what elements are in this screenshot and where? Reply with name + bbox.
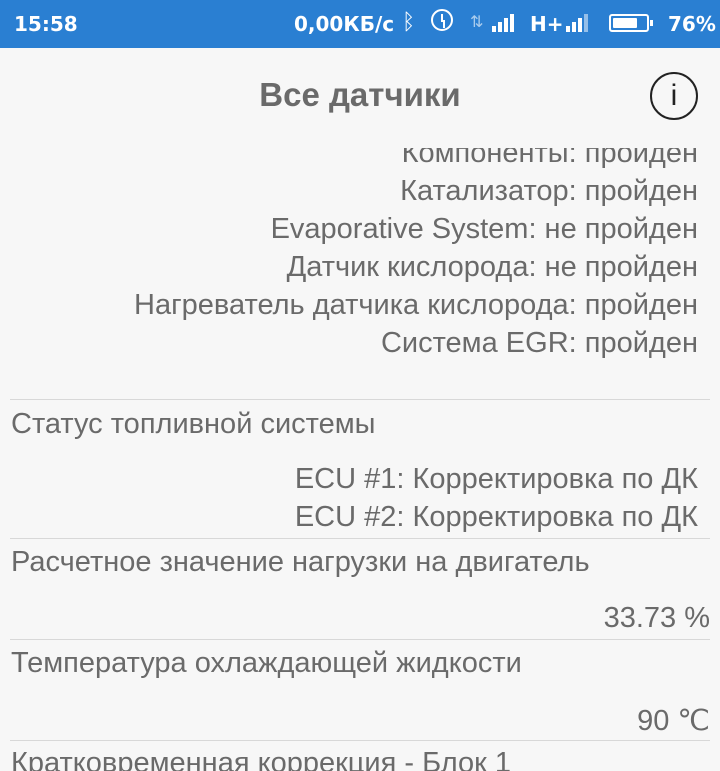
fuel-system-line: ECU #2: Корректировка по ДК (294, 501, 698, 533)
monitor-item: Система EGR: пройден (380, 327, 698, 359)
network-type: H+ (530, 12, 564, 36)
alarm-clock-icon (431, 9, 453, 31)
monitor-item: Evaporative System: не пройден (270, 213, 698, 245)
param-value-engine-load: 33.73 % (603, 602, 710, 634)
battery-icon (609, 14, 653, 32)
sensor-list[interactable]: Компоненты: пройден Катализатор: пройден… (0, 148, 720, 771)
status-time: 15:58 (14, 12, 78, 36)
monitor-status-list: Компоненты: пройден Катализатор: пройден… (134, 148, 698, 362)
page-title: Все датчики (259, 76, 461, 113)
battery-percent: 76% (668, 12, 716, 36)
monitor-item: Нагреватель датчика кислорода: пройден (134, 289, 698, 321)
signal-strength-icon (492, 14, 514, 32)
param-name-fuel-system: Статус топливной системы (11, 408, 376, 440)
signal-strength-2-icon (566, 14, 588, 32)
param-name-short-term-trim: Кратковременная коррекция - Блок 1 (11, 747, 512, 771)
param-value-coolant-temp: 90 ℃ (637, 705, 710, 737)
monitor-item: Датчик кислорода: не пройден (286, 251, 698, 283)
status-bar: 15:58 0,00КБ/с ᛒ ⇅ H+ 76% (0, 0, 720, 48)
param-value-fuel-system: ECU #1: Корректировка по ДК ECU #2: Корр… (295, 460, 698, 536)
network-speed: 0,00КБ/с (294, 12, 395, 36)
monitor-item: Компоненты: пройден (401, 148, 698, 169)
param-name-coolant-temp: Температура охлаждающей жидкости (11, 647, 522, 679)
app-bar: Все датчики i (0, 48, 720, 148)
divider (10, 639, 710, 640)
monitor-item: Катализатор: пройден (400, 175, 698, 207)
divider (10, 740, 710, 741)
data-arrows-icon: ⇅ (470, 12, 484, 31)
param-name-engine-load: Расчетное значение нагрузки на двигатель (11, 546, 590, 578)
fuel-system-line: ECU #1: Корректировка по ДК (294, 463, 698, 495)
info-button[interactable]: i (650, 72, 698, 120)
battery-tip (650, 20, 653, 26)
divider (10, 399, 710, 400)
bluetooth-icon: ᛒ (402, 10, 416, 35)
divider (10, 538, 710, 539)
battery-fill (613, 18, 637, 28)
